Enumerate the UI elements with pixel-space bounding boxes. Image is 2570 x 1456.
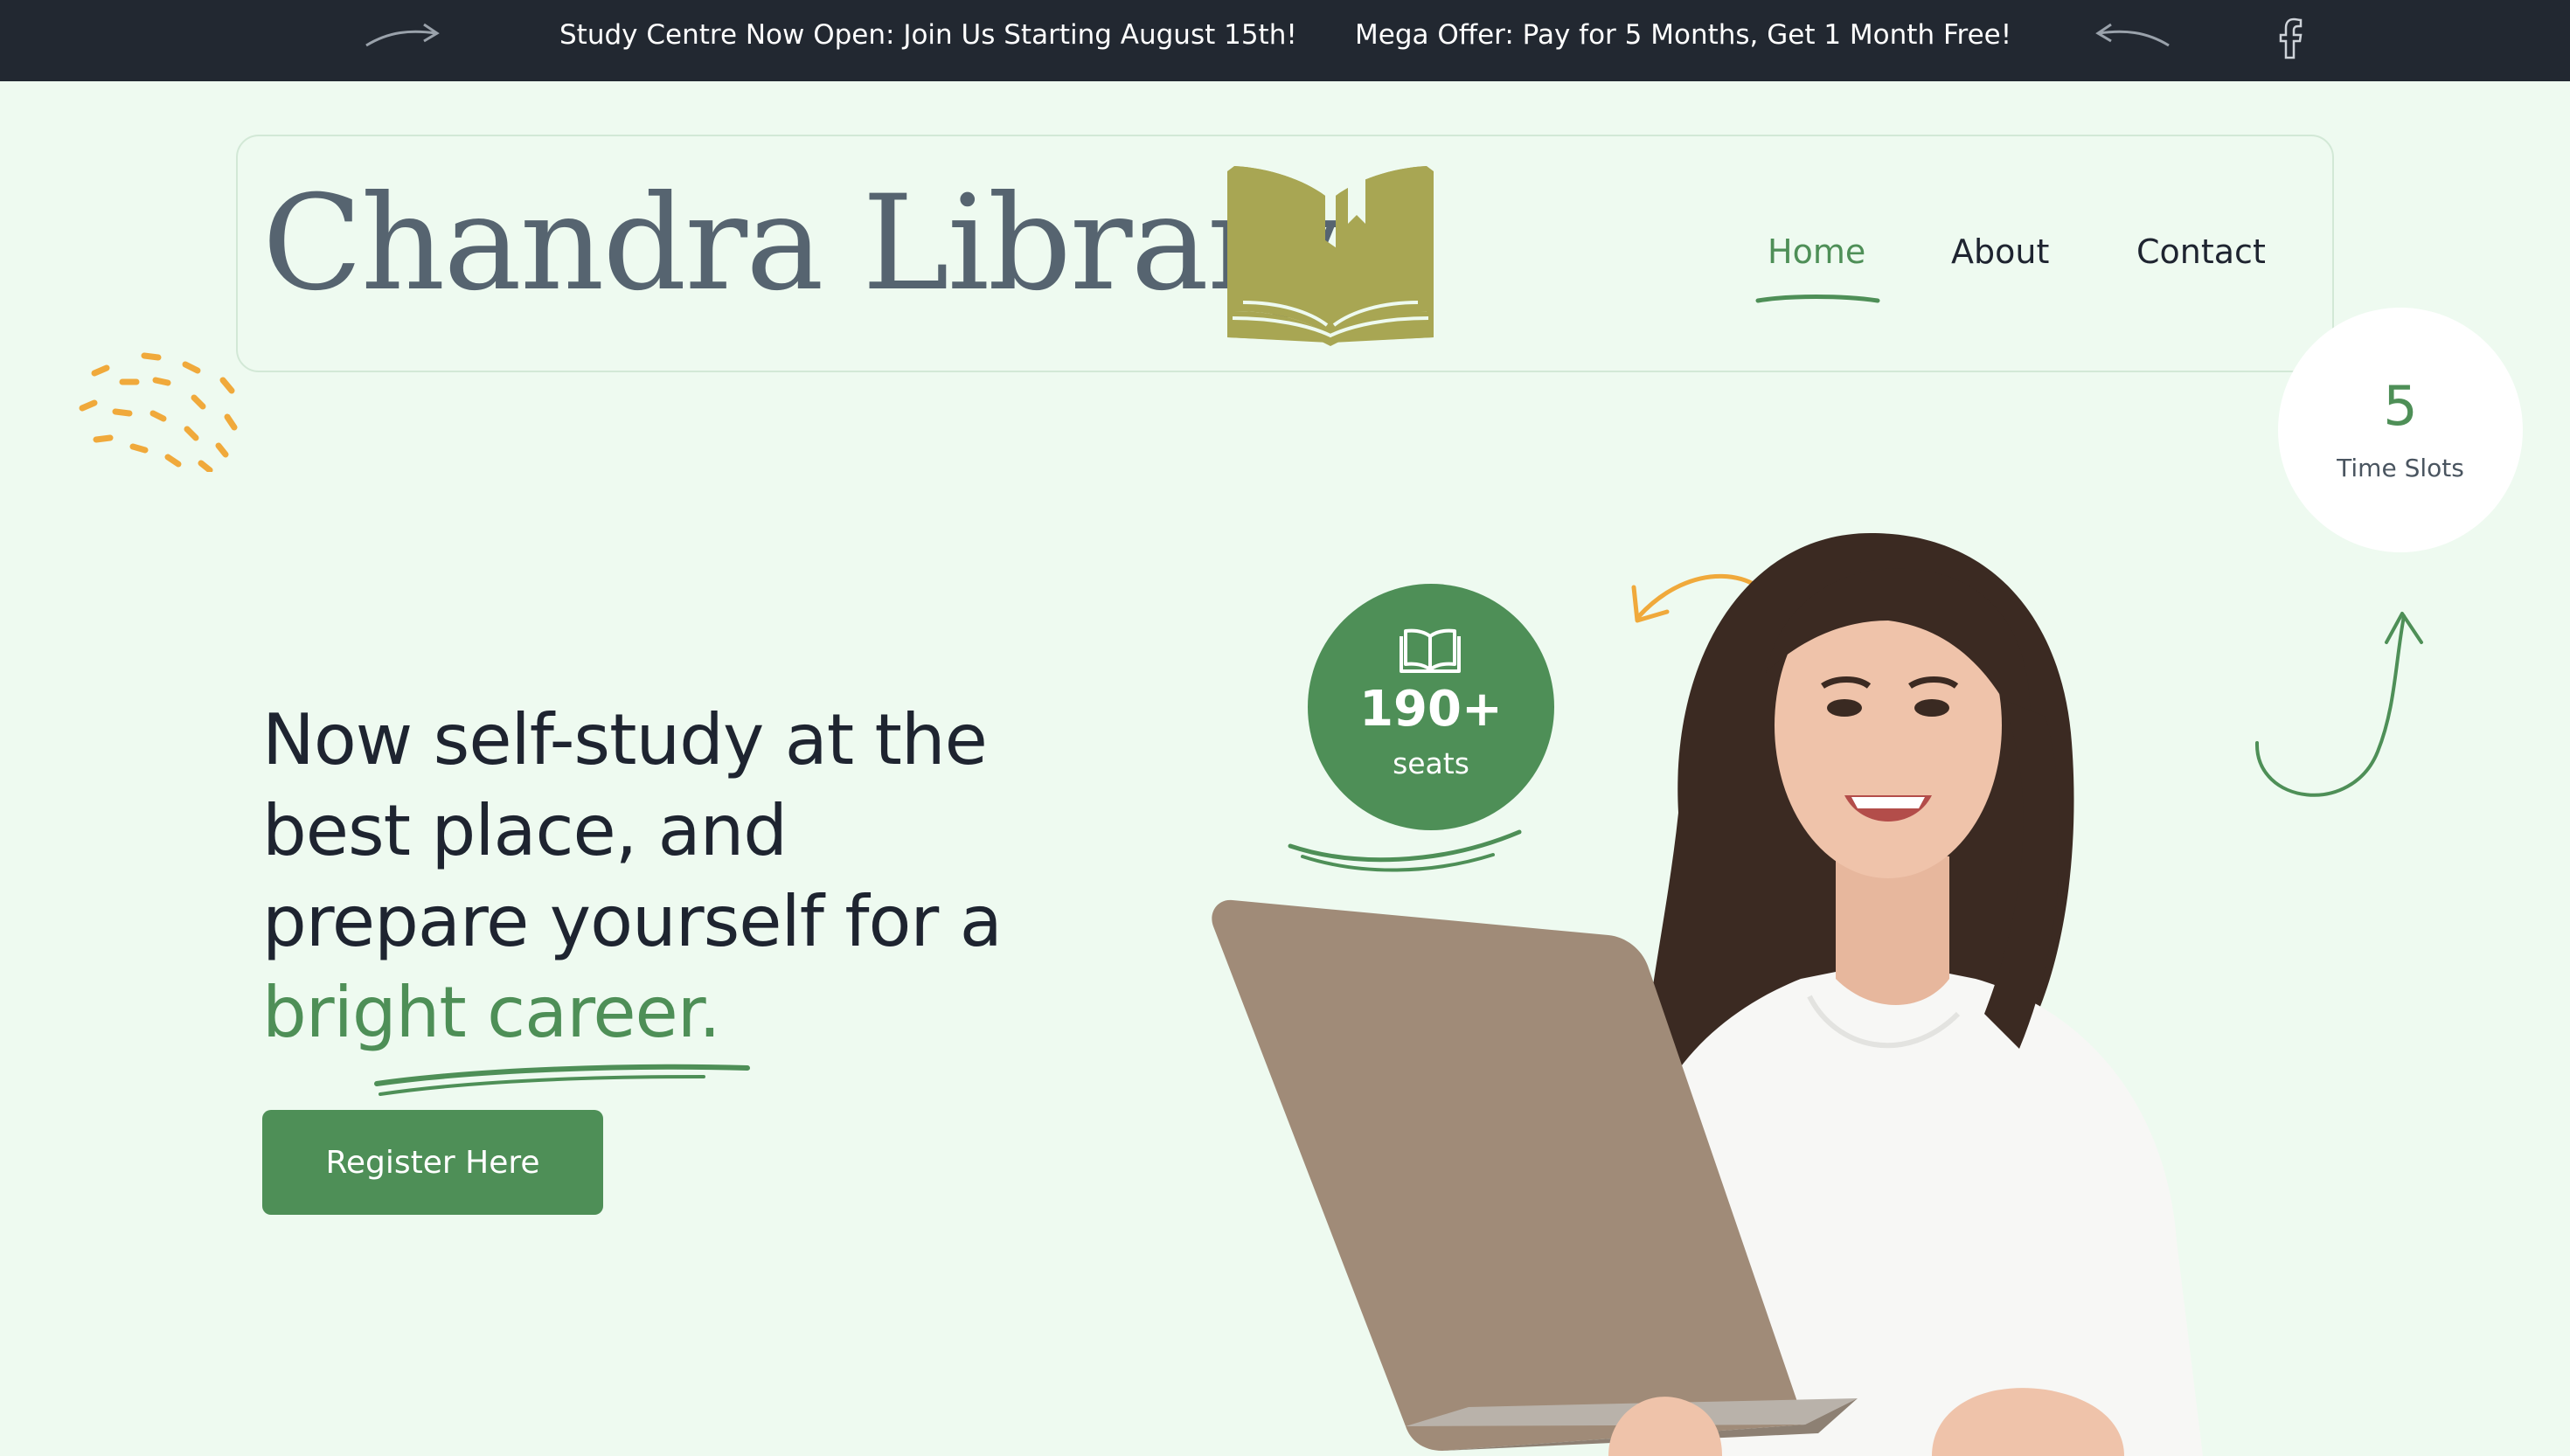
arrow-right-icon[interactable]	[363, 16, 441, 54]
site-header: Chandra Library Home About Contact	[236, 135, 2334, 372]
decorative-dashes	[79, 352, 238, 472]
nav-home[interactable]: Home	[1768, 231, 1865, 273]
time-slots-label: Time Slots	[2337, 454, 2464, 482]
hero-title-accent: bright career.	[262, 972, 721, 1053]
nav-about[interactable]: About	[1951, 231, 2049, 273]
time-slots-count: 5	[2383, 374, 2418, 438]
woman-with-laptop-photo	[1212, 533, 2203, 1456]
nav-contact[interactable]: Contact	[2136, 231, 2266, 273]
register-button[interactable]: Register Here	[262, 1110, 603, 1215]
announcement-bar: Study Centre Now Open: Join Us Starting …	[0, 0, 2570, 81]
facebook-icon[interactable]	[2273, 17, 2308, 59]
arrow-left-icon[interactable]	[2094, 16, 2172, 54]
hero-title: Now self-study at the best place, and pr…	[262, 695, 1049, 1058]
nav-active-underline	[1755, 295, 1880, 303]
announcement-text: Mega Offer: Pay for 5 Months, Get 1 Mont…	[1355, 19, 2012, 51]
announcement-text: Study Centre Now Open: Join Us Starting …	[559, 19, 1297, 51]
open-book-logo-icon[interactable]	[1226, 163, 1435, 346]
hero-underline	[374, 1064, 750, 1096]
time-slots-badge: 5 Time Slots	[2278, 308, 2523, 552]
brand-name[interactable]: Chandra Library	[262, 170, 1342, 318]
hero-title-lead: Now self-study at the best place, and pr…	[262, 699, 1003, 962]
